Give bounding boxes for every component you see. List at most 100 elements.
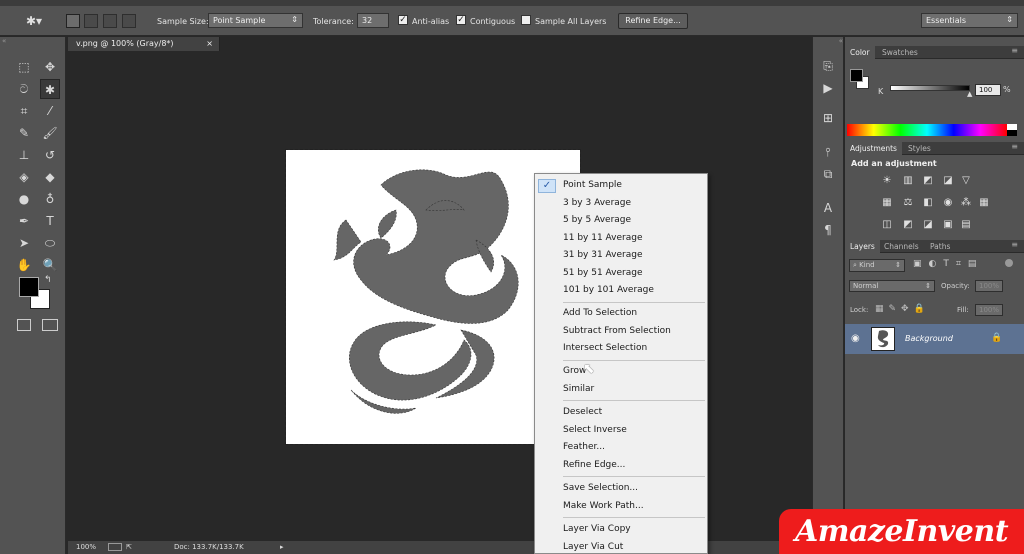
zoom-level[interactable]: 100% (76, 541, 96, 554)
menu-item-similar[interactable]: Similar (535, 381, 707, 398)
panel-menu-icon[interactable]: ≡ (1011, 240, 1018, 249)
magic-wand-tool-icon[interactable]: ✱ (40, 79, 60, 99)
brush-panel-icon[interactable]: ⧉ (819, 165, 837, 183)
clone-stamp-tool-icon[interactable]: ⊥ (14, 145, 34, 165)
eyedropper-tool-icon[interactable]: ⁄ (40, 101, 60, 121)
color-lookup-icon[interactable]: ▦ (977, 197, 991, 209)
pen-tool-icon[interactable]: ✒ (14, 211, 34, 231)
sample-size-select[interactable]: Point Sample ⇕ (208, 13, 303, 28)
path-selection-tool-icon[interactable]: ➤ (14, 233, 34, 253)
tab-layers[interactable]: Layers (845, 240, 880, 253)
subtract-from-selection-button[interactable] (103, 14, 117, 28)
color-ramp[interactable] (847, 124, 1007, 136)
menu-item-5by5-average[interactable]: 5 by 5 Average (535, 212, 707, 229)
new-selection-button[interactable] (66, 14, 80, 28)
menu-item-101by101-average[interactable]: 101 by 101 Average (535, 282, 707, 299)
menu-item-refine-edge[interactable]: Refine Edge... (535, 457, 707, 474)
black-white-icon[interactable]: ◧ (921, 197, 935, 209)
menu-item-layer-via-copy[interactable]: Layer Via Copy (535, 521, 707, 538)
menu-item-layer-via-cut[interactable]: Layer Via Cut (535, 539, 707, 554)
hand-tool-icon[interactable]: ✋ (14, 255, 34, 275)
curves-icon[interactable]: ◩ (921, 175, 935, 187)
threshold-icon[interactable]: ◪ (921, 219, 935, 231)
close-icon[interactable]: × (206, 37, 213, 51)
marquee-tool-icon[interactable]: ⬚ (14, 57, 34, 77)
exposure-icon[interactable]: ◪ (941, 175, 955, 187)
tab-adjustments[interactable]: Adjustments (845, 142, 902, 155)
paragraph-panel-icon[interactable]: ¶ (819, 221, 837, 239)
move-tool-icon[interactable]: ✥ (40, 57, 60, 77)
selective-color-icon[interactable]: ▣ (941, 219, 955, 231)
history-panel-icon[interactable]: ⎘ (819, 57, 837, 75)
hue-saturation-icon[interactable]: ▦ (880, 197, 894, 209)
actions-panel-icon[interactable]: ▶ (819, 79, 837, 97)
menu-item-save-selection[interactable]: Save Selection... (535, 480, 707, 497)
levels-icon[interactable]: ▥ (901, 175, 915, 187)
menu-item-grow[interactable]: Grow (535, 363, 707, 380)
panel-menu-icon[interactable]: ≡ (1011, 46, 1018, 55)
lock-icons[interactable]: ▦✎✥🔒 (875, 304, 930, 314)
channel-mixer-icon[interactable]: ⁂ (959, 197, 973, 209)
sample-all-layers-checkbox[interactable] (521, 15, 531, 25)
invert-icon[interactable]: ◫ (880, 219, 894, 231)
foreground-color-chip[interactable] (850, 69, 863, 82)
antialias-checkbox[interactable]: ✓ (398, 15, 408, 25)
character-panel-icon[interactable]: A (819, 199, 837, 217)
menu-item-add-to-selection[interactable]: Add To Selection (535, 305, 707, 322)
blur-tool-icon[interactable]: ● (14, 189, 34, 209)
brightness-contrast-icon[interactable]: ☀ (880, 175, 894, 187)
zoom-tool-icon[interactable]: 🔍 (40, 255, 60, 275)
menu-item-deselect[interactable]: Deselect (535, 404, 707, 421)
menu-item-11by11-average[interactable]: 11 by 11 Average (535, 230, 707, 247)
menu-item-select-inverse[interactable]: Select Inverse (535, 422, 707, 439)
swap-colors-icon[interactable]: ↰ (44, 275, 52, 285)
menu-item-3by3-average[interactable]: 3 by 3 Average (535, 195, 707, 212)
foreground-color-swatch[interactable] (19, 277, 39, 297)
menu-item-subtract-from-selection[interactable]: Subtract From Selection (535, 323, 707, 340)
color-balance-icon[interactable]: ⚖ (901, 197, 915, 209)
refine-edge-button[interactable]: Refine Edge... (618, 13, 688, 29)
brush-tool-icon[interactable]: 🖌 (40, 123, 60, 143)
eraser-tool-icon[interactable]: ◈ (14, 167, 34, 187)
vibrance-icon[interactable]: ▽ (959, 175, 973, 187)
contiguous-checkbox[interactable]: ✓ (456, 15, 466, 25)
workspace-select[interactable]: Essentials ⇕ (921, 13, 1018, 28)
healing-brush-tool-icon[interactable]: ✎ (14, 123, 34, 143)
k-channel-input[interactable]: 100 (975, 84, 1001, 96)
panel-menu-icon[interactable]: ≡ (1011, 142, 1018, 151)
type-tool-icon[interactable]: T (40, 211, 60, 231)
crop-tool-icon[interactable]: ⌗ (14, 101, 34, 121)
tab-paths[interactable]: Paths (925, 240, 955, 253)
document-tab[interactable]: v.png @ 100% (Gray/8*) × (68, 37, 220, 51)
fill-input[interactable]: 100% (975, 304, 1003, 316)
posterize-icon[interactable]: ◩ (901, 219, 915, 231)
menu-item-31by31-average[interactable]: 31 by 31 Average (535, 247, 707, 264)
slider-thumb-icon[interactable]: ▲ (967, 90, 972, 98)
dodge-tool-icon[interactable]: ♁ (40, 189, 60, 209)
screen-mode-icon[interactable] (42, 319, 58, 331)
intersect-selection-button[interactable] (122, 14, 136, 28)
menu-item-intersect-selection[interactable]: Intersect Selection (535, 340, 707, 357)
gradient-map-icon[interactable]: ▤ (959, 219, 973, 231)
tab-styles[interactable]: Styles (903, 142, 936, 155)
collapse-arrows-icon[interactable]: « (2, 37, 64, 45)
properties-panel-icon[interactable]: ⊞ (819, 109, 837, 127)
collapse-arrows-icon[interactable]: « (813, 37, 843, 45)
history-brush-tool-icon[interactable]: ↺ (40, 145, 60, 165)
menu-item-point-sample[interactable]: ✓ Point Sample (535, 177, 707, 194)
magic-wand-tool-preset-icon[interactable]: ✱▾ (26, 14, 42, 28)
visibility-eye-icon[interactable]: ◉ (851, 333, 860, 344)
ellipse-tool-icon[interactable]: ⬭ (40, 233, 60, 253)
black-swatch[interactable] (1007, 130, 1017, 136)
menu-item-feather[interactable]: Feather... (535, 439, 707, 456)
tab-channels[interactable]: Channels (879, 240, 924, 253)
brush-presets-panel-icon[interactable]: ⫯ (819, 143, 837, 161)
export-icon[interactable]: ⇱ (126, 541, 132, 554)
status-menu-arrow-icon[interactable]: ▸ (280, 541, 284, 554)
opacity-input[interactable]: 100% (975, 280, 1003, 292)
layer-filter-select[interactable]: ⌕ Kind ⇕ (849, 259, 905, 272)
layer-row-background[interactable]: ◉ Background 🔒 (845, 324, 1024, 354)
lasso-tool-icon[interactable]: ට (14, 79, 34, 99)
layer-filter-icons[interactable]: ▣◐T⌗▤ (913, 259, 983, 269)
paint-bucket-tool-icon[interactable]: ◆ (40, 167, 60, 187)
